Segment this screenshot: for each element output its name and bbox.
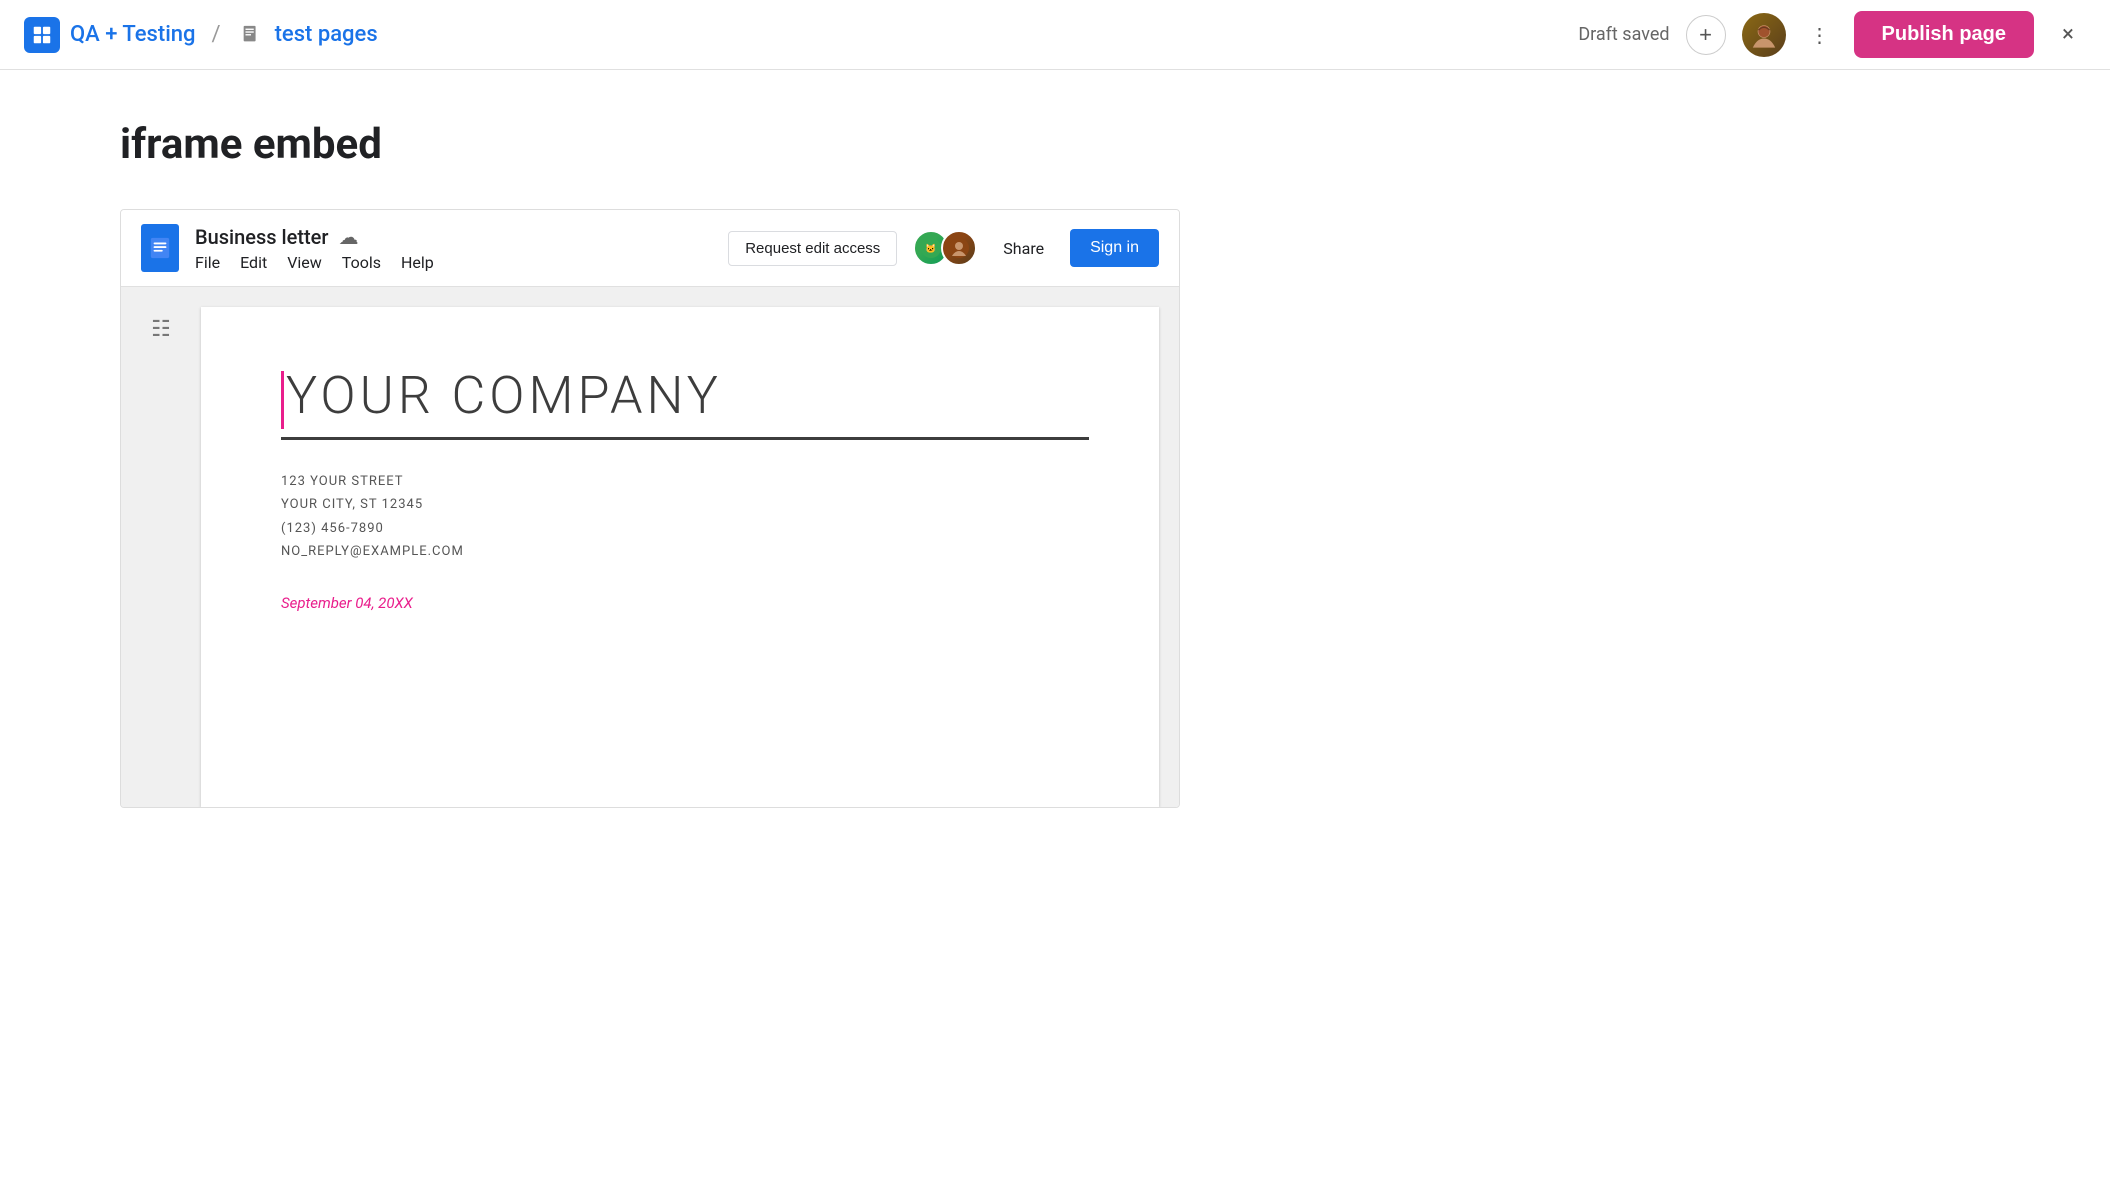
google-docs-icon bbox=[149, 237, 171, 259]
avatar-face-icon bbox=[1750, 21, 1778, 49]
topbar: QA + Testing / test pages Draft saved + bbox=[0, 0, 2110, 70]
phone: (123) 456-7890 bbox=[281, 517, 1089, 540]
gdoc-toolbar-right: Request edit access 🐱 bbox=[728, 229, 1159, 267]
user-avatar[interactable] bbox=[1742, 13, 1786, 57]
gdoc-menu-edit[interactable]: Edit bbox=[240, 253, 267, 272]
share-button[interactable]: Share bbox=[993, 233, 1054, 264]
close-button[interactable]: × bbox=[2050, 17, 2086, 53]
collaborator-avatars: 🐱 bbox=[913, 230, 977, 266]
more-options-button[interactable]: ⋮ bbox=[1802, 17, 1838, 53]
topbar-left: QA + Testing / test pages bbox=[24, 17, 1578, 53]
gdoc-menu: File Edit View Tools Help bbox=[195, 253, 434, 272]
gdoc-menu-help[interactable]: Help bbox=[401, 253, 434, 272]
collaborator-1-icon: 🐱 bbox=[921, 238, 941, 258]
collaborator-avatar-2 bbox=[941, 230, 977, 266]
company-name: YOUR COMPANY bbox=[281, 367, 1089, 429]
signin-button[interactable]: Sign in bbox=[1070, 229, 1159, 267]
gdoc-page: YOUR COMPANY 123 YOUR STREET YOUR CITY, … bbox=[201, 307, 1159, 807]
gdoc-title-area: Business letter ☁ File Edit View Tools H… bbox=[195, 225, 434, 272]
header-divider bbox=[281, 437, 1089, 440]
gdoc-menu-file[interactable]: File bbox=[195, 253, 220, 272]
gdoc-title-text[interactable]: Business letter bbox=[195, 225, 328, 249]
gdoc-date: September 04, 20XX bbox=[281, 594, 1089, 612]
page-title: iframe embed bbox=[120, 120, 1990, 169]
iframe-embed: Business letter ☁ File Edit View Tools H… bbox=[120, 209, 1180, 808]
gdoc-sidebar: ☷ bbox=[121, 287, 201, 807]
address-line1: 123 YOUR STREET bbox=[281, 470, 1089, 493]
publish-button[interactable]: Publish page bbox=[1854, 11, 2034, 58]
gdoc-doc-icon bbox=[141, 224, 179, 272]
page-icon bbox=[237, 21, 265, 49]
avatar-image bbox=[1742, 13, 1786, 57]
main-content: iframe embed Business letter bbox=[0, 70, 2110, 858]
gdoc-menu-view[interactable]: View bbox=[287, 253, 322, 272]
gdoc-company-header: YOUR COMPANY bbox=[281, 367, 1089, 440]
gdoc-address: 123 YOUR STREET YOUR CITY, ST 12345 (123… bbox=[281, 470, 1089, 564]
logo-icon bbox=[31, 24, 53, 46]
svg-text:🐱: 🐱 bbox=[926, 244, 937, 255]
cloud-save-icon: ☁ bbox=[338, 225, 358, 249]
gdoc-body: ☷ YOUR COMPANY 123 YOUR STREET YOUR CITY… bbox=[121, 287, 1179, 807]
company-name-text: YOUR COMPANY bbox=[286, 367, 722, 424]
address-line2: YOUR CITY, ST 12345 bbox=[281, 493, 1089, 516]
draft-status: Draft saved bbox=[1578, 24, 1669, 45]
gdoc-menu-tools[interactable]: Tools bbox=[342, 253, 381, 272]
gdoc-toolbar-left: Business letter ☁ File Edit View Tools H… bbox=[141, 224, 434, 272]
app-logo[interactable] bbox=[24, 17, 60, 53]
email: NO_REPLY@EXAMPLE.COM bbox=[281, 540, 1089, 563]
gdoc-toolbar: Business letter ☁ File Edit View Tools H… bbox=[121, 210, 1179, 287]
gdoc-title: Business letter ☁ bbox=[195, 225, 434, 249]
page-name[interactable]: test pages bbox=[275, 22, 378, 47]
text-cursor bbox=[281, 371, 284, 429]
topbar-right: Draft saved + ⋮ Publish page × bbox=[1578, 11, 2086, 58]
workspace-name[interactable]: QA + Testing bbox=[70, 22, 196, 47]
request-edit-button[interactable]: Request edit access bbox=[728, 231, 897, 266]
breadcrumb-separator: / bbox=[212, 22, 221, 47]
document-icon bbox=[240, 24, 262, 46]
collaborator-2-icon bbox=[949, 238, 969, 258]
outline-icon: ☷ bbox=[151, 317, 171, 342]
add-collaborator-button[interactable]: + bbox=[1686, 15, 1726, 55]
